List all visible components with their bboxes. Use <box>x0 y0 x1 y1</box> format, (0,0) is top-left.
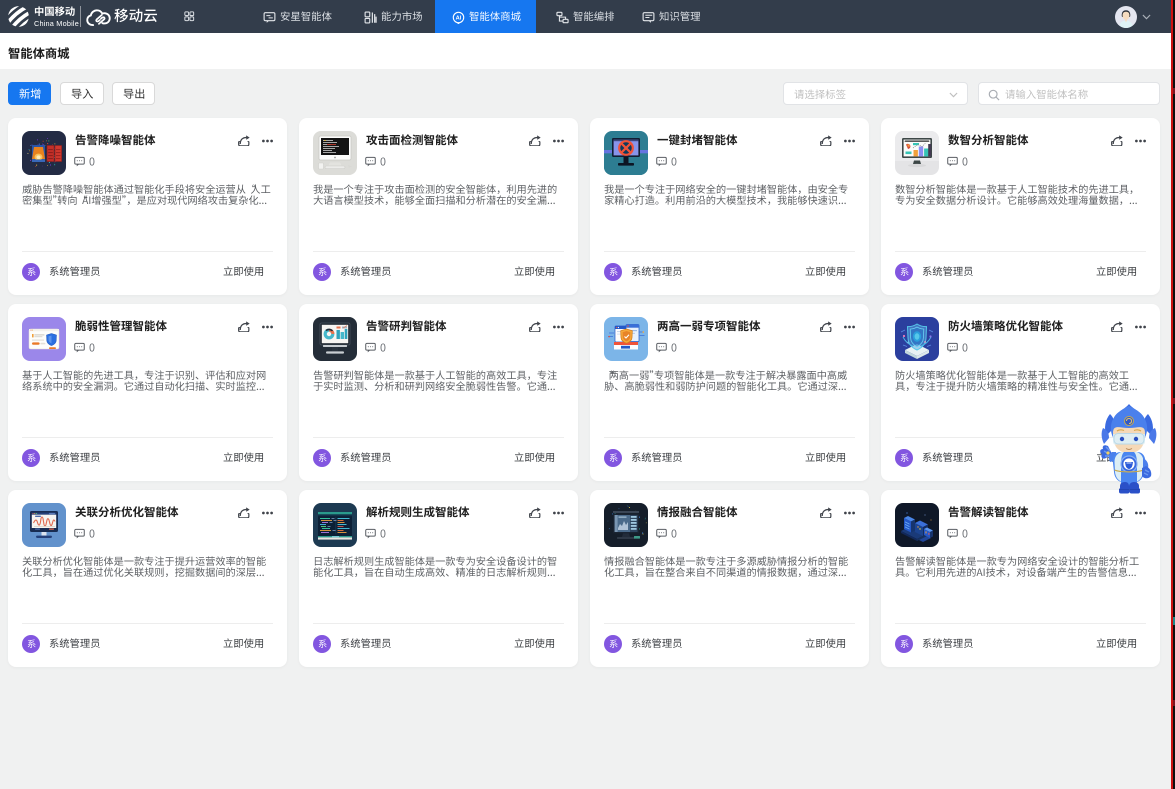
svg-text:AI: AI <box>456 15 462 21</box>
